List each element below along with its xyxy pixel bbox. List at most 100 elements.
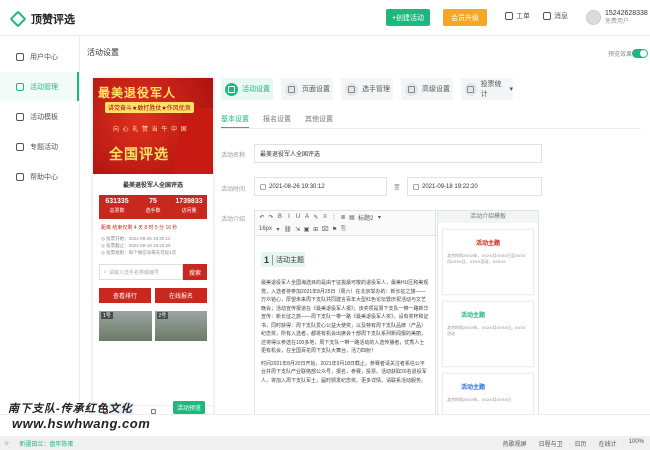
editor-body[interactable]: 1 活动主题 最美退役军人全国海选目的是由于征拔最可敬的退役军人，最美HU区和美观… — [255, 236, 435, 391]
rank-button[interactable]: 查看排行 — [99, 288, 151, 303]
player-photo[interactable]: 1号 — [99, 311, 152, 341]
tab-player-manage[interactable]: 选手管理 — [341, 78, 393, 100]
vote-info: ◎ 投票开始：2021-08-26 19:30:12 ◎ 投票截止：2021-0… — [101, 235, 205, 256]
template-title: 活动主题 — [475, 241, 500, 247]
name-label: 活动名称 — [221, 153, 246, 159]
subtab-basic[interactable]: 基本设置 — [221, 114, 249, 128]
tab-activity-settings[interactable]: 活动设置 — [221, 78, 273, 100]
status-item[interactable]: 日历 — [575, 439, 587, 448]
brand[interactable]: 顶赞评选 — [9, 10, 75, 28]
tickets-label: 工单 — [516, 13, 530, 20]
settings-icon — [225, 82, 238, 96]
toolbar-button[interactable]: ≡ — [322, 214, 328, 220]
tab-vote-stats[interactable]: 投票统计 ▾ — [461, 78, 513, 100]
toolbar-button[interactable]: ≣ — [340, 214, 346, 221]
player-search-input[interactable]: ⌕ 请输入选手名称或编号 — [99, 264, 183, 280]
user-phone: 15242628338 — [605, 10, 648, 17]
signup-button[interactable]: 在线报名 — [155, 288, 207, 303]
advanced-icon — [405, 82, 418, 96]
sidebar-item-templates[interactable]: 活动模板 — [0, 102, 79, 131]
vote-rule: ◎ 投票规则：每个微信号每天可投1次 — [101, 250, 177, 255]
calendar-icon — [413, 183, 419, 190]
sidebar-item-user-center[interactable]: 用户中心 — [0, 42, 79, 71]
avatar[interactable] — [586, 10, 601, 25]
activity-preview-button[interactable]: 活动预览 — [173, 401, 205, 414]
stat-label: 访问量 — [181, 208, 197, 214]
template-icon — [16, 112, 24, 121]
tab-page-settings[interactable]: 页面设置 — [281, 78, 333, 100]
tab-label: 选手管理 — [362, 86, 390, 93]
messages-label: 消息 — [554, 13, 568, 20]
toolbar-button[interactable]: U — [295, 214, 301, 220]
toolbar-button[interactable]: ⛓ — [284, 226, 292, 233]
toolbar-button[interactable]: ⎘ — [341, 226, 347, 233]
end-time-input[interactable]: 2021-09-18 19:22:20 — [407, 177, 542, 196]
vote-start: ◎ 投票开始：2021-08-26 19:30:12 — [101, 236, 171, 241]
sidebar-item-activity-manage[interactable]: 活动管理 — [0, 72, 79, 101]
vip-upgrade-button[interactable]: 会员升级 — [443, 9, 487, 26]
preview-toggle[interactable] — [632, 49, 648, 58]
user-info[interactable]: 15242628338 免费用户 — [605, 9, 648, 27]
stat-label: 总票数 — [109, 208, 125, 214]
messages-link[interactable]: 消息 — [543, 11, 568, 21]
player-search-button[interactable]: 搜索 — [183, 264, 207, 280]
toolbar-button[interactable]: ⚑ — [332, 226, 338, 233]
subtab-other[interactable]: 其他设置 — [305, 114, 333, 128]
template-card[interactable]: 活动主题 北京时间XXXX年，XXXX月XXXX日至XXXX月XXXX日，XXX… — [442, 229, 534, 295]
status-item[interactable]: 热歌视屏 — [503, 439, 527, 448]
toolbar-button[interactable]: ▤ — [349, 214, 355, 221]
status-item[interactable]: 日程与卫 — [539, 439, 563, 448]
tickets-link[interactable]: 工单 — [505, 11, 530, 21]
ticket-icon — [505, 12, 513, 20]
news-link[interactable]: 新疆田兰：盘年陈蛋 — [19, 439, 73, 448]
toolbar-button[interactable]: ✎ — [313, 214, 319, 221]
stats-icon — [465, 82, 477, 96]
tab-advanced[interactable]: 高级设置 — [401, 78, 453, 100]
subtab-signup[interactable]: 报名设置 — [263, 114, 291, 128]
sidebar-item-topics[interactable]: 专题活动 — [0, 132, 79, 161]
template-text: 北京时间XXXX年，XXXX月XXXX日 — [447, 397, 512, 402]
create-activity-button[interactable]: +创建活动 — [386, 9, 430, 26]
sidebar: 用户中心 活动管理 活动模板 专题活动 帮助中心 — [0, 36, 80, 414]
player-photo[interactable]: 2号 — [154, 311, 207, 341]
toolbar-button[interactable]: I — [286, 214, 292, 220]
toolbar-button[interactable]: 标题2 — [358, 213, 373, 222]
player-icon — [345, 82, 358, 96]
brand-name: 顶赞评选 — [31, 14, 75, 26]
heading-number: 1 — [264, 254, 274, 265]
template-title: 活动主题 — [461, 313, 486, 319]
status-item[interactable]: 在线计 — [599, 439, 617, 448]
stat-value: 631335 — [105, 198, 129, 205]
activity-name-input[interactable]: 最美退役军人全国评选 — [254, 144, 542, 163]
main-content: 活动设置 预览效果 最美退役军人 讲党奋斗★敢打胜仗★作风优良 向 心 礼 赞 … — [80, 36, 650, 439]
toolbar-button[interactable]: ⌧ — [322, 226, 329, 233]
status-bar: ☆ 新疆田兰：盘年陈蛋 热歌视屏 日程与卫 日历 在线计 100% — [0, 436, 650, 450]
toolbar-button[interactable]: 16px — [259, 226, 272, 232]
star-icon[interactable]: ☆ — [4, 440, 9, 447]
toolbar-button[interactable]: A — [304, 214, 310, 220]
start-time-input[interactable]: 2021-08-26 19:30:12 — [254, 177, 387, 196]
stat-visits: 1739833 访问量 — [171, 195, 207, 219]
toolbar-button[interactable]: ⊞ — [313, 226, 319, 233]
sidebar-item-help[interactable]: 帮助中心 — [0, 162, 79, 191]
toolbar-button[interactable]: B — [277, 214, 283, 220]
calendar-icon — [260, 183, 266, 190]
toolbar-button[interactable]: ▾ — [376, 214, 382, 221]
toolbar-button[interactable]: ⇲ — [295, 226, 301, 233]
banner-bottom-title: 全国评选 — [109, 146, 169, 162]
sidebar-item-label: 帮助中心 — [30, 173, 58, 181]
stat-value: 75 — [149, 198, 157, 205]
bell-icon — [543, 12, 551, 20]
toolbar-button[interactable]: ⋮ — [331, 214, 337, 221]
activity-name: 最美退役军人全国评选 — [122, 183, 183, 189]
toolbar-button[interactable]: ↶ — [259, 214, 265, 221]
template-card[interactable]: 活动主题 北京时间XXXX年，XXXX月XXXX日，XXXX活动 — [442, 301, 534, 367]
sidebar-item-label: 活动模板 — [30, 113, 58, 121]
toolbar-button[interactable]: ↷ — [268, 214, 274, 221]
toolbar-button[interactable]: ▣ — [304, 226, 310, 233]
tab-label: 投票统计 — [480, 81, 502, 98]
status-item[interactable]: 100% — [629, 439, 644, 448]
settings-tabs: 活动设置 页面设置 选手管理 高级设置 投票统计 ▾ — [221, 78, 513, 100]
template-text: 北京时间XXXX年，XXXX月XXXX日至XXXX月XXXX日，XXXX活动，X… — [447, 253, 526, 264]
toolbar-button[interactable]: ▾ — [275, 226, 281, 233]
